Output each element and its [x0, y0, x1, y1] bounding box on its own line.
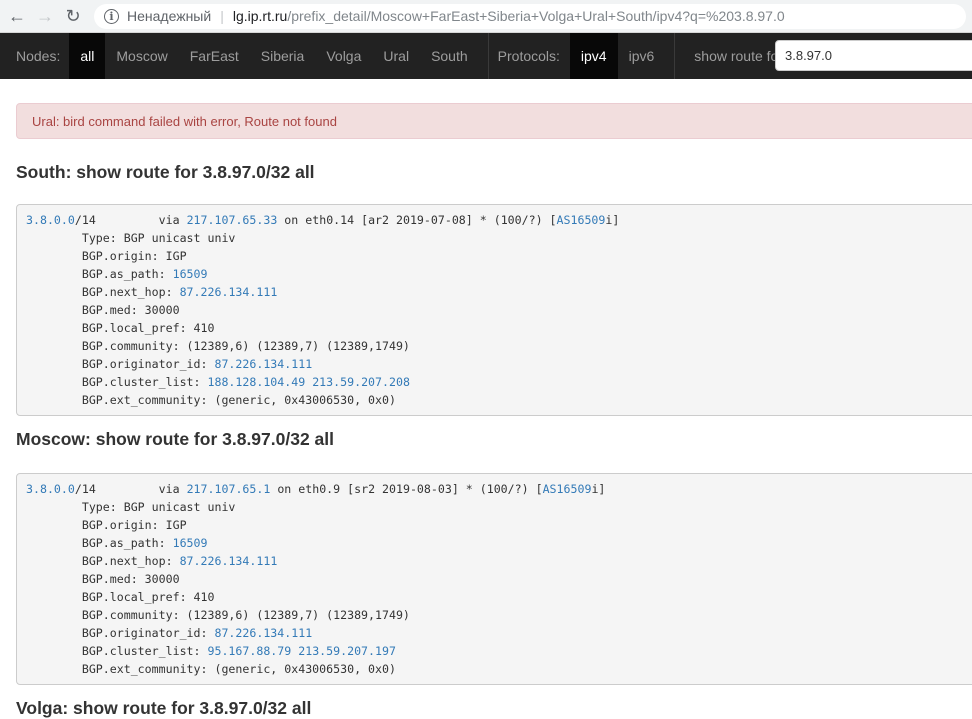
- originator-label: BGP.originator_id:: [81, 626, 215, 640]
- cluster-list-label: BGP.cluster_list:: [81, 644, 208, 658]
- error-alert: Ural: bird command failed with error, Ro…: [16, 103, 972, 139]
- route-detail: on eth0.14 [ar2 2019-07-08] * (100/?) [: [277, 213, 557, 227]
- url-host: lg.ip.rt.ru: [232, 8, 288, 24]
- node-moscow[interactable]: Moscow: [105, 33, 178, 79]
- originator-label: BGP.originator_id:: [81, 357, 215, 371]
- section-title-moscow: Moscow: show route for 3.8.97.0/32 all: [16, 429, 335, 449]
- cluster-link[interactable]: 213.59.207.197: [298, 644, 396, 658]
- insecure-label[interactable]: Ненадежный: [127, 8, 211, 24]
- via-link[interactable]: 217.107.65.33: [187, 213, 278, 227]
- protocol-ipv6[interactable]: ipv6: [618, 33, 666, 79]
- node-siberia[interactable]: Siberia: [250, 33, 316, 79]
- originator-link[interactable]: 87.226.134.111: [214, 357, 312, 371]
- local-pref-line: BGP.local_pref: 410: [81, 590, 215, 604]
- as-path-link[interactable]: 16509: [173, 536, 208, 550]
- med-line: BGP.med: 30000: [81, 303, 180, 317]
- next-hop-label: BGP.next_hop:: [81, 285, 180, 299]
- address-bar[interactable]: i Ненадежный | lg.ip.rt.ru/prefix_detail…: [94, 3, 966, 29]
- next-hop-link[interactable]: 87.226.134.111: [180, 554, 278, 568]
- cluster-link[interactable]: 213.59.207.208: [312, 375, 410, 389]
- browser-toolbar: ← → ↻ i Ненадежный | lg.ip.rt.ru/prefix_…: [0, 0, 972, 33]
- back-arrow-icon[interactable]: ←: [6, 5, 28, 27]
- section-title-south: South: show route for 3.8.97.0/32 all: [16, 162, 315, 182]
- via-link[interactable]: 217.107.65.1: [187, 482, 271, 496]
- app-navbar: Nodes: all Moscow FarEast Siberia Volga …: [0, 33, 972, 79]
- next-hop-label: BGP.next_hop:: [81, 554, 180, 568]
- prefix-length: /14: [74, 482, 96, 496]
- navbar-divider: [487, 33, 489, 79]
- command-label: show route for: [694, 48, 783, 64]
- node-volga[interactable]: Volga: [315, 33, 372, 79]
- type-line: Type: BGP unicast univ: [81, 500, 236, 514]
- as-link[interactable]: AS16509: [557, 213, 606, 227]
- cluster-link[interactable]: 95.167.88.79: [207, 644, 291, 658]
- med-line: BGP.med: 30000: [81, 572, 180, 586]
- as-link[interactable]: AS16509: [543, 482, 592, 496]
- origin-line: BGP.origin: IGP: [81, 518, 187, 532]
- main-content: Ural: bird command failed with error, Ro…: [0, 103, 972, 719]
- nodes-label: Nodes:: [16, 48, 61, 64]
- route-output-south: 3.8.0.0/14 via 217.107.65.33 on eth0.14 …: [16, 204, 972, 416]
- node-south[interactable]: South: [420, 33, 479, 79]
- next-hop-link[interactable]: 87.226.134.111: [180, 285, 278, 299]
- node-ural[interactable]: Ural: [372, 33, 420, 79]
- navbar-divider: [674, 33, 676, 79]
- as-path-link[interactable]: 16509: [173, 267, 208, 281]
- local-pref-line: BGP.local_pref: 410: [81, 321, 215, 335]
- section-title-volga: Volga: show route for 3.8.97.0/32 all: [16, 698, 312, 718]
- as-suffix: i]: [591, 482, 606, 496]
- forward-arrow-icon[interactable]: →: [34, 5, 56, 27]
- protocols-label: Protocols:: [497, 48, 560, 64]
- reload-icon[interactable]: ↻: [62, 5, 84, 27]
- prefix-link[interactable]: 3.8.0.0: [26, 482, 75, 496]
- ext-community-line: BGP.ext_community: (generic, 0x43006530,…: [81, 662, 396, 676]
- url-path: /prefix_detail/Moscow+FarEast+Siberia+Vo…: [287, 8, 785, 24]
- protocol-ipv4[interactable]: ipv4: [569, 33, 618, 79]
- route-detail: on eth0.9 [sr2 2019-08-03] * (100/?) [: [270, 482, 543, 496]
- address-separator: |: [220, 8, 224, 24]
- community-line: BGP.community: (12389,6) (12389,7) (1238…: [81, 339, 410, 353]
- prefix-link[interactable]: 3.8.0.0: [26, 213, 75, 227]
- cluster-list-label: BGP.cluster_list:: [81, 375, 208, 389]
- route-output-moscow: 3.8.0.0/14 via 217.107.65.1 on eth0.9 [s…: [16, 473, 972, 685]
- info-icon[interactable]: i: [104, 8, 119, 24]
- type-line: Type: BGP unicast univ: [81, 231, 236, 245]
- as-path-label: BGP.as_path:: [81, 267, 173, 281]
- ext-community-line: BGP.ext_community: (generic, 0x43006530,…: [81, 393, 396, 407]
- as-path-label: BGP.as_path:: [81, 536, 173, 550]
- cluster-link[interactable]: 188.128.104.49: [207, 375, 305, 389]
- prefix-length: /14: [74, 213, 96, 227]
- node-fareast[interactable]: FarEast: [179, 33, 250, 79]
- community-line: BGP.community: (12389,6) (12389,7) (1238…: [81, 608, 410, 622]
- route-search-input[interactable]: [775, 40, 972, 71]
- originator-link[interactable]: 87.226.134.111: [214, 626, 312, 640]
- origin-line: BGP.origin: IGP: [81, 249, 187, 263]
- node-all[interactable]: all: [69, 33, 106, 79]
- as-suffix: i]: [605, 213, 620, 227]
